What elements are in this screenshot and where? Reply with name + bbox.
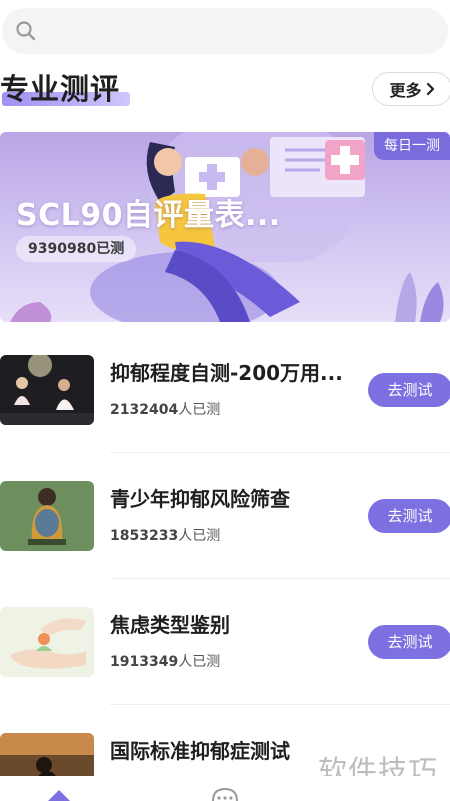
search-bar[interactable]	[2, 8, 448, 54]
divider	[110, 704, 450, 705]
list-item[interactable]: 焦虑类型鉴别 1913349人已测 去测试	[0, 607, 450, 733]
test-title: 抑郁程度自测-200万用...	[110, 361, 343, 385]
chevron-right-icon	[426, 82, 434, 96]
section-title: 专业测评	[0, 72, 121, 106]
list-item[interactable]: 抑郁程度自测-200万用... 2132404人已测 去测试	[0, 355, 450, 481]
start-test-button[interactable]: 去测试	[368, 625, 450, 659]
test-thumbnail	[0, 733, 94, 776]
daily-test-tag: 每日一测	[374, 132, 450, 160]
banner-count-badge: 9390980已测	[16, 236, 137, 262]
test-count: 1853233人已测	[110, 528, 221, 544]
more-button[interactable]: 更多	[372, 72, 450, 106]
test-title: 青少年抑郁风险筛查	[110, 487, 290, 511]
test-count: 1913349人已测	[110, 654, 221, 670]
featured-test-banner[interactable]: 每日一测 SCL90自评量表... 9390980已测	[0, 132, 450, 322]
start-test-button[interactable]: 去测试	[368, 499, 450, 533]
more-button-label: 更多	[389, 81, 422, 100]
test-title: 国际标准抑郁症测试	[110, 739, 290, 763]
start-test-button[interactable]: 去测试	[368, 373, 450, 407]
banner-title: SCL90自评量表...	[16, 198, 281, 233]
test-thumbnail	[0, 481, 94, 551]
section-header: 专业测评	[0, 68, 130, 110]
search-icon	[16, 21, 36, 41]
home-icon[interactable]	[46, 788, 72, 801]
divider	[110, 452, 450, 453]
bottom-tab-bar	[0, 776, 450, 801]
list-item[interactable]: 青少年抑郁风险筛查 1853233人已测 去测试	[0, 481, 450, 607]
test-thumbnail	[0, 355, 94, 425]
message-icon[interactable]	[210, 786, 240, 801]
test-title: 焦虑类型鉴别	[110, 613, 230, 637]
test-thumbnail	[0, 607, 94, 677]
test-count: 2132404人已测	[110, 402, 221, 418]
divider	[110, 578, 450, 579]
